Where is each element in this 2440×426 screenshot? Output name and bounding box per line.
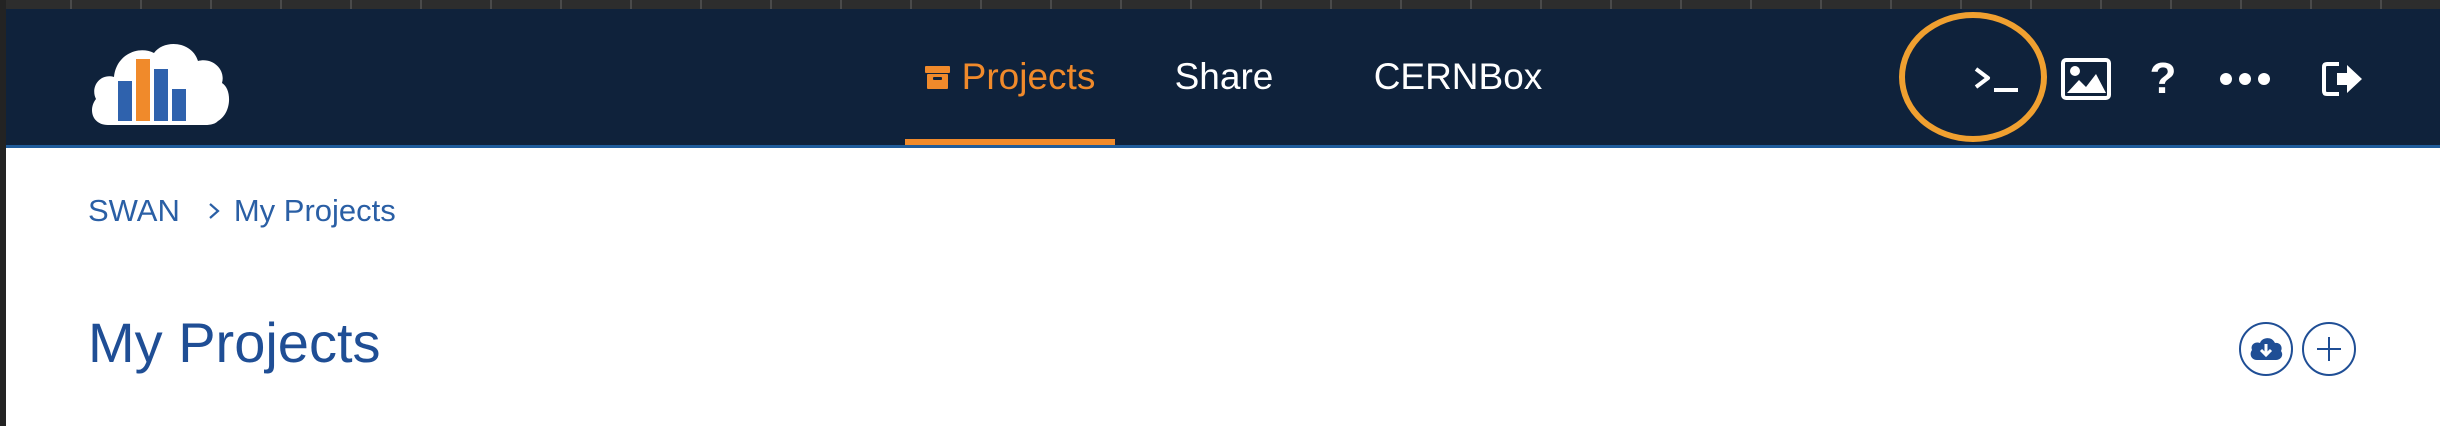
tab-cernbox[interactable]: CERNBox xyxy=(1346,9,1570,145)
page-title: My Projects xyxy=(88,311,381,374)
help-icon[interactable]: ? xyxy=(2133,49,2193,109)
cloud-download-icon xyxy=(2250,338,2283,360)
breadcrumb-current: My Projects xyxy=(233,193,396,228)
tab-projects[interactable]: Projects xyxy=(905,9,1115,145)
tab-label: Share xyxy=(1174,56,1274,97)
help-glyph: ? xyxy=(2149,54,2177,103)
tab-share[interactable]: Share xyxy=(1156,9,1292,145)
more-icon[interactable] xyxy=(2215,49,2275,109)
window-top-strip xyxy=(0,0,2440,9)
plus-icon xyxy=(2317,337,2341,361)
logout-icon[interactable] xyxy=(2313,49,2373,109)
swan-logo[interactable] xyxy=(88,37,232,129)
terminal-icon[interactable] xyxy=(1966,49,2026,109)
download-project-button[interactable] xyxy=(2239,322,2293,376)
tab-label: CERNBox xyxy=(1373,56,1543,97)
breadcrumb: SWAN My Projects xyxy=(88,191,396,231)
tab-label: Projects xyxy=(961,56,1096,97)
chevron-right-icon xyxy=(209,203,220,219)
breadcrumb-root-link[interactable]: SWAN xyxy=(88,193,180,229)
image-icon[interactable] xyxy=(2056,49,2116,109)
archive-icon xyxy=(924,65,950,89)
top-navbar: Projects Share CERNBox ? xyxy=(6,9,2440,148)
add-project-button[interactable] xyxy=(2302,322,2356,376)
